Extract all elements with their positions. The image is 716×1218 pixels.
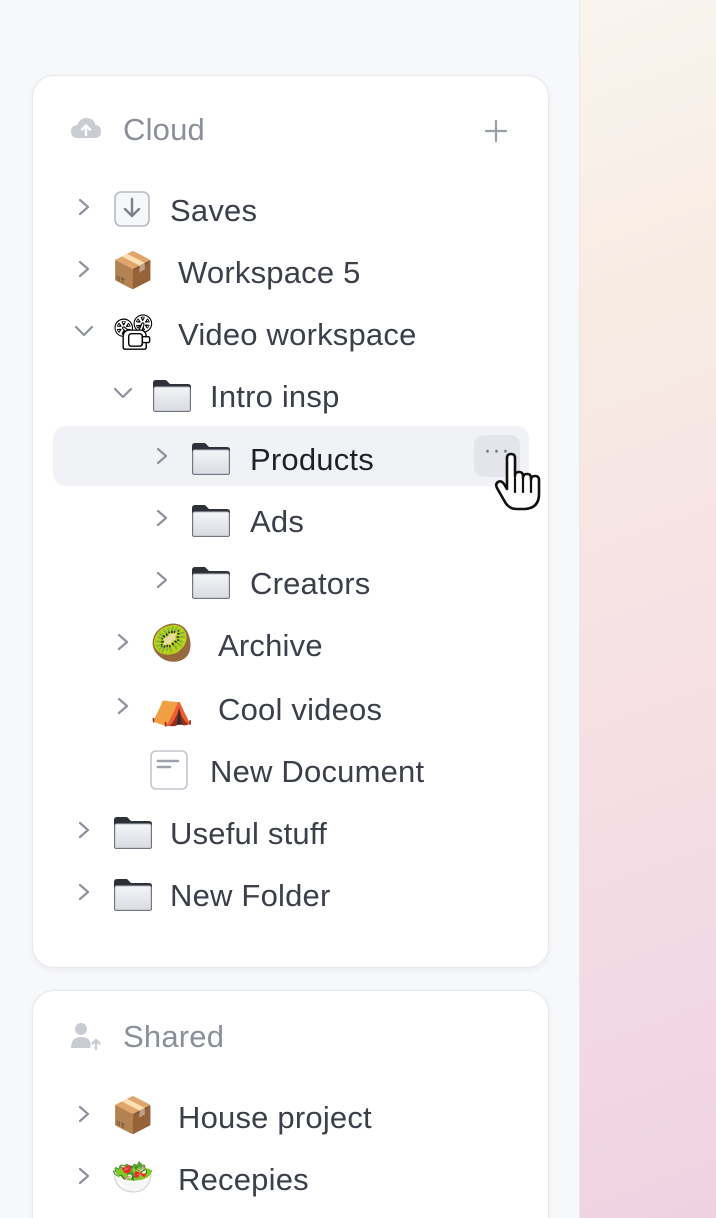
chevron-right-icon[interactable] bbox=[112, 695, 134, 717]
chevron-right-icon[interactable] bbox=[73, 1165, 95, 1187]
chevron-right-icon[interactable] bbox=[151, 507, 173, 529]
film-projector-emoji-icon: 📽 bbox=[111, 313, 156, 353]
shared-section-title: Shared bbox=[123, 1019, 225, 1054]
cloud-upload-icon bbox=[71, 118, 101, 138]
package-emoji-icon: 📦 bbox=[111, 1096, 155, 1136]
tree-item-label: Creators bbox=[250, 566, 371, 601]
sidebar: Cloud Saves 📦 Workspace 5 📽 Video worksp… bbox=[0, 0, 580, 1218]
tree-item-label: Archive bbox=[218, 628, 323, 663]
tree-item-video-workspace[interactable]: 📽 Video workspace bbox=[53, 301, 529, 361]
cloud-section-title: Cloud bbox=[123, 112, 205, 147]
chevron-right-icon[interactable] bbox=[73, 881, 95, 903]
tree-item-cool-videos[interactable]: ⛺ Cool videos bbox=[53, 676, 529, 736]
folder-icon bbox=[189, 500, 233, 540]
tent-emoji-icon: ⛺ bbox=[150, 688, 194, 728]
document-icon bbox=[150, 750, 188, 790]
tree-item-label: Video workspace bbox=[178, 317, 417, 352]
chevron-down-icon[interactable] bbox=[73, 320, 95, 342]
folder-icon bbox=[111, 874, 155, 914]
tree-item-label: Ads bbox=[250, 504, 305, 539]
tree-item-saves[interactable]: Saves bbox=[53, 177, 529, 237]
tree-item-intro-insp[interactable]: Intro insp bbox=[53, 363, 529, 423]
chevron-right-icon[interactable] bbox=[73, 1103, 95, 1125]
folder-icon bbox=[189, 562, 233, 602]
tree-item-ads[interactable]: Ads bbox=[53, 488, 529, 548]
chevron-right-icon[interactable] bbox=[73, 196, 95, 218]
tree-item-label: Products bbox=[250, 442, 374, 477]
chevron-right-icon[interactable] bbox=[151, 445, 173, 467]
cloud-section-header: Cloud bbox=[33, 76, 548, 147]
cloud-section: Cloud Saves 📦 Workspace 5 📽 Video worksp… bbox=[32, 75, 549, 968]
folder-icon bbox=[189, 438, 233, 478]
kiwi-emoji-icon: 🥝 bbox=[150, 624, 194, 664]
chevron-down-icon[interactable] bbox=[112, 382, 134, 404]
chevron-right-icon[interactable] bbox=[112, 631, 134, 653]
tree-item-label: New Document bbox=[210, 754, 425, 789]
chevron-right-icon[interactable] bbox=[73, 258, 95, 280]
tree-item-label: Recepies bbox=[178, 1162, 309, 1197]
folder-icon bbox=[111, 812, 155, 852]
more-options-button[interactable]: ··· bbox=[474, 435, 520, 477]
tree-item-label: Workspace 5 bbox=[178, 255, 361, 290]
tree-item-label: New Folder bbox=[170, 878, 331, 913]
tree-item-house-project[interactable]: 📦 House project bbox=[53, 1084, 529, 1144]
shared-users-icon bbox=[71, 1023, 101, 1051]
chevron-right-icon[interactable] bbox=[151, 569, 173, 591]
tree-item-workspace-5[interactable]: 📦 Workspace 5 bbox=[53, 239, 529, 299]
tree-item-label: Intro insp bbox=[210, 379, 340, 414]
tree-item-label: House project bbox=[178, 1100, 372, 1135]
tree-item-useful-stuff[interactable]: Useful stuff bbox=[53, 800, 529, 860]
shared-section-header: Shared bbox=[33, 991, 548, 1054]
add-icon[interactable] bbox=[481, 116, 511, 146]
tree-item-label: Cool videos bbox=[218, 692, 383, 727]
shared-section: Shared 📦 House project 🥗 Recepies bbox=[32, 990, 549, 1218]
download-box-icon bbox=[114, 191, 150, 227]
folder-icon bbox=[150, 375, 194, 415]
chevron-right-icon[interactable] bbox=[73, 819, 95, 841]
tree-item-archive[interactable]: 🥝 Archive bbox=[53, 612, 529, 672]
tree-item-recepies[interactable]: 🥗 Recepies bbox=[53, 1146, 529, 1206]
tree-item-creators[interactable]: Creators bbox=[53, 550, 529, 610]
salad-emoji-icon: 🥗 bbox=[111, 1158, 155, 1198]
tree-item-products[interactable]: Products ··· bbox=[53, 426, 529, 486]
tree-item-new-document[interactable]: New Document bbox=[53, 738, 529, 798]
tree-item-label: Useful stuff bbox=[170, 816, 327, 851]
tree-item-label: Saves bbox=[170, 193, 258, 228]
tree-item-new-folder[interactable]: New Folder bbox=[53, 862, 529, 922]
package-emoji-icon: 📦 bbox=[111, 251, 155, 291]
